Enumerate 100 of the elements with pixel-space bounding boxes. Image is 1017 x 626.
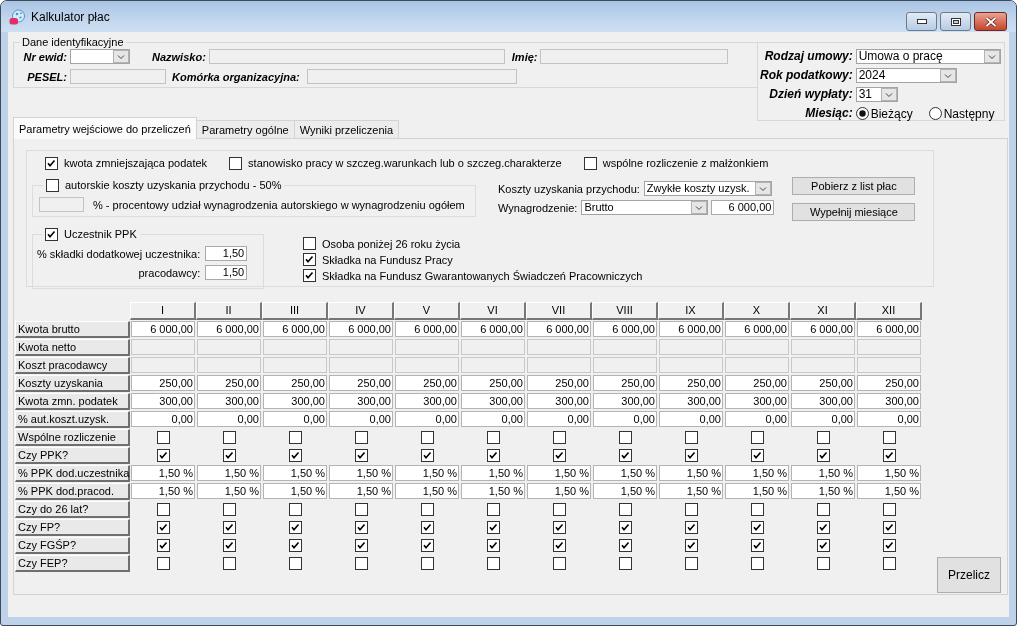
checkbox[interactable] — [684, 521, 698, 534]
number-field[interactable]: 6 000,00 — [659, 321, 723, 337]
checkbox[interactable] — [816, 503, 830, 516]
number-field[interactable]: 1,50 % — [395, 465, 459, 481]
number-field[interactable]: 6 000,00 — [395, 321, 459, 337]
tab[interactable]: Parametry wejściowe do przeliczeń — [13, 117, 197, 139]
number-field[interactable]: 250,00 — [395, 375, 459, 391]
checkbox[interactable] — [156, 503, 170, 516]
number-field[interactable]: 250,00 — [659, 375, 723, 391]
checkbox[interactable] — [222, 539, 236, 552]
checkbox[interactable] — [288, 521, 302, 534]
tab[interactable]: Parametry ogólne — [195, 120, 295, 138]
number-field[interactable]: 1,50 % — [131, 465, 195, 481]
number-field[interactable]: 250,00 — [329, 375, 393, 391]
number-field[interactable]: 1,50 % — [725, 483, 789, 499]
number-field[interactable]: 6 000,00 — [527, 321, 591, 337]
checkbox[interactable] — [552, 521, 566, 534]
dropdown[interactable]: Zwykłe koszty uzysk. — [643, 181, 772, 196]
maximize-button[interactable] — [940, 12, 971, 31]
number-field[interactable]: 1,50 % — [395, 483, 459, 499]
checkbox[interactable] — [750, 521, 764, 534]
checkbox[interactable] — [354, 503, 368, 516]
checkbox[interactable] — [486, 431, 500, 444]
checkbox[interactable] — [618, 449, 632, 462]
dropdown[interactable]: 31 — [855, 87, 898, 102]
checkbox[interactable] — [222, 503, 236, 516]
checkbox[interactable] — [486, 521, 500, 534]
number-field[interactable]: 0,00 — [461, 411, 525, 427]
number-field[interactable]: 1,50 % — [857, 465, 921, 481]
number-field[interactable]: 300,00 — [461, 393, 525, 409]
checkbox[interactable] — [684, 449, 698, 462]
number-field[interactable]: 0,00 — [527, 411, 591, 427]
number-field[interactable]: 1,50 — [205, 246, 248, 261]
checkbox[interactable] — [750, 449, 764, 462]
number-field[interactable]: 300,00 — [725, 393, 789, 409]
number-field[interactable]: 250,00 — [593, 375, 657, 391]
checkbox[interactable] — [288, 449, 302, 462]
checkbox[interactable] — [156, 557, 170, 570]
number-field[interactable]: 300,00 — [593, 393, 657, 409]
action-button[interactable]: Pobierz z list płac — [792, 177, 916, 195]
number-field[interactable]: 1,50 % — [593, 483, 657, 499]
number-field[interactable]: 1,50 % — [791, 465, 855, 481]
number-field[interactable]: 1,50 % — [593, 465, 657, 481]
number-field[interactable]: 1,50 % — [263, 465, 327, 481]
checkbox[interactable] — [882, 521, 896, 534]
number-field[interactable]: 250,00 — [527, 375, 591, 391]
number-field[interactable]: 1,50 % — [659, 483, 723, 499]
checkbox[interactable] — [552, 449, 566, 462]
number-field[interactable]: 0,00 — [263, 411, 327, 427]
number-field[interactable]: 6 000,00 — [725, 321, 789, 337]
number-field[interactable]: 6 000,00 — [791, 321, 855, 337]
checkbox[interactable] — [882, 503, 896, 516]
number-field[interactable]: 0,00 — [329, 411, 393, 427]
checkbox[interactable] — [816, 449, 830, 462]
number-field[interactable]: 1,50 % — [197, 483, 261, 499]
calculate-button[interactable]: Przelicz — [937, 557, 1001, 593]
number-field[interactable]: 6 000,00 — [197, 321, 261, 337]
checkbox[interactable] — [882, 557, 896, 570]
checkbox[interactable] — [46, 179, 59, 192]
radio-button[interactable] — [928, 107, 942, 120]
number-field[interactable]: 300,00 — [659, 393, 723, 409]
number-field[interactable]: 300,00 — [263, 393, 327, 409]
checkbox[interactable] — [618, 539, 632, 552]
number-field[interactable]: 300,00 — [857, 393, 921, 409]
number-field[interactable]: 6 000,00 — [857, 321, 921, 337]
checkbox[interactable] — [486, 449, 500, 462]
number-field[interactable]: 0,00 — [659, 411, 723, 427]
number-field[interactable]: 6 000,00 — [263, 321, 327, 337]
number-field[interactable]: 6 000,00 — [329, 321, 393, 337]
number-field[interactable]: 0,00 — [395, 411, 459, 427]
number-field[interactable]: 1,50 % — [527, 483, 591, 499]
checkbox[interactable] — [354, 557, 368, 570]
checkbox[interactable] — [156, 431, 170, 444]
number-field[interactable]: 1,50 % — [659, 465, 723, 481]
checkbox[interactable] — [420, 449, 434, 462]
checkbox[interactable] — [882, 449, 896, 462]
number-field[interactable]: 0,00 — [197, 411, 261, 427]
number-field[interactable]: 1,50 % — [197, 465, 261, 481]
number-field[interactable]: 1,50 % — [725, 465, 789, 481]
number-field[interactable]: 250,00 — [725, 375, 789, 391]
number-field[interactable]: 6 000,00 — [461, 321, 525, 337]
number-field[interactable]: 300,00 — [527, 393, 591, 409]
checkbox[interactable] — [583, 156, 597, 170]
checkbox[interactable] — [618, 431, 632, 444]
number-field[interactable]: 250,00 — [131, 375, 195, 391]
number-field[interactable]: 1,50 % — [461, 465, 525, 481]
tab[interactable]: Wyniki przeliczenia — [293, 120, 400, 138]
checkbox[interactable] — [222, 557, 236, 570]
checkbox[interactable] — [816, 431, 830, 444]
checkbox[interactable] — [45, 228, 58, 241]
checkbox[interactable] — [354, 521, 368, 534]
minimize-button[interactable] — [906, 12, 937, 31]
number-field[interactable]: 6 000,00 — [593, 321, 657, 337]
number-field[interactable]: 0,00 — [131, 411, 195, 427]
checkbox[interactable] — [288, 503, 302, 516]
checkbox[interactable] — [750, 557, 764, 570]
action-button[interactable]: Wypełnij miesiące — [792, 203, 916, 221]
checkbox[interactable] — [420, 431, 434, 444]
checkbox[interactable] — [156, 539, 170, 552]
close-button[interactable] — [974, 12, 1007, 31]
